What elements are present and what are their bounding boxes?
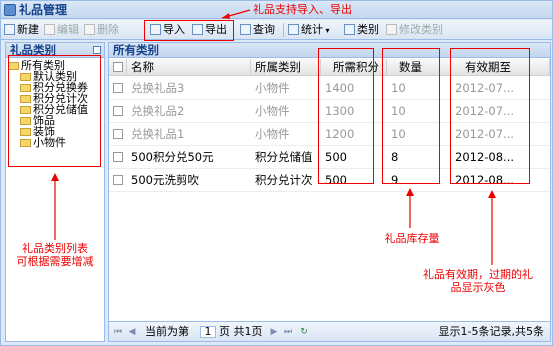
annotation-arrows	[51, 9, 496, 265]
arrowhead-stock	[406, 188, 414, 196]
arrowhead-category-list	[51, 173, 59, 181]
arrowhead-expiry	[488, 190, 496, 198]
annotation-import-export: 礼品支持导入、导出	[253, 3, 352, 16]
annotation-expiry: 礼品有效期，过期的礼 品显示灰色	[423, 268, 533, 294]
arrowhead-import-export	[222, 13, 230, 19]
annotation-stock: 礼品库存量	[384, 232, 440, 245]
annotation-category-list: 礼品类别列表 可根据需要增减	[16, 242, 94, 268]
